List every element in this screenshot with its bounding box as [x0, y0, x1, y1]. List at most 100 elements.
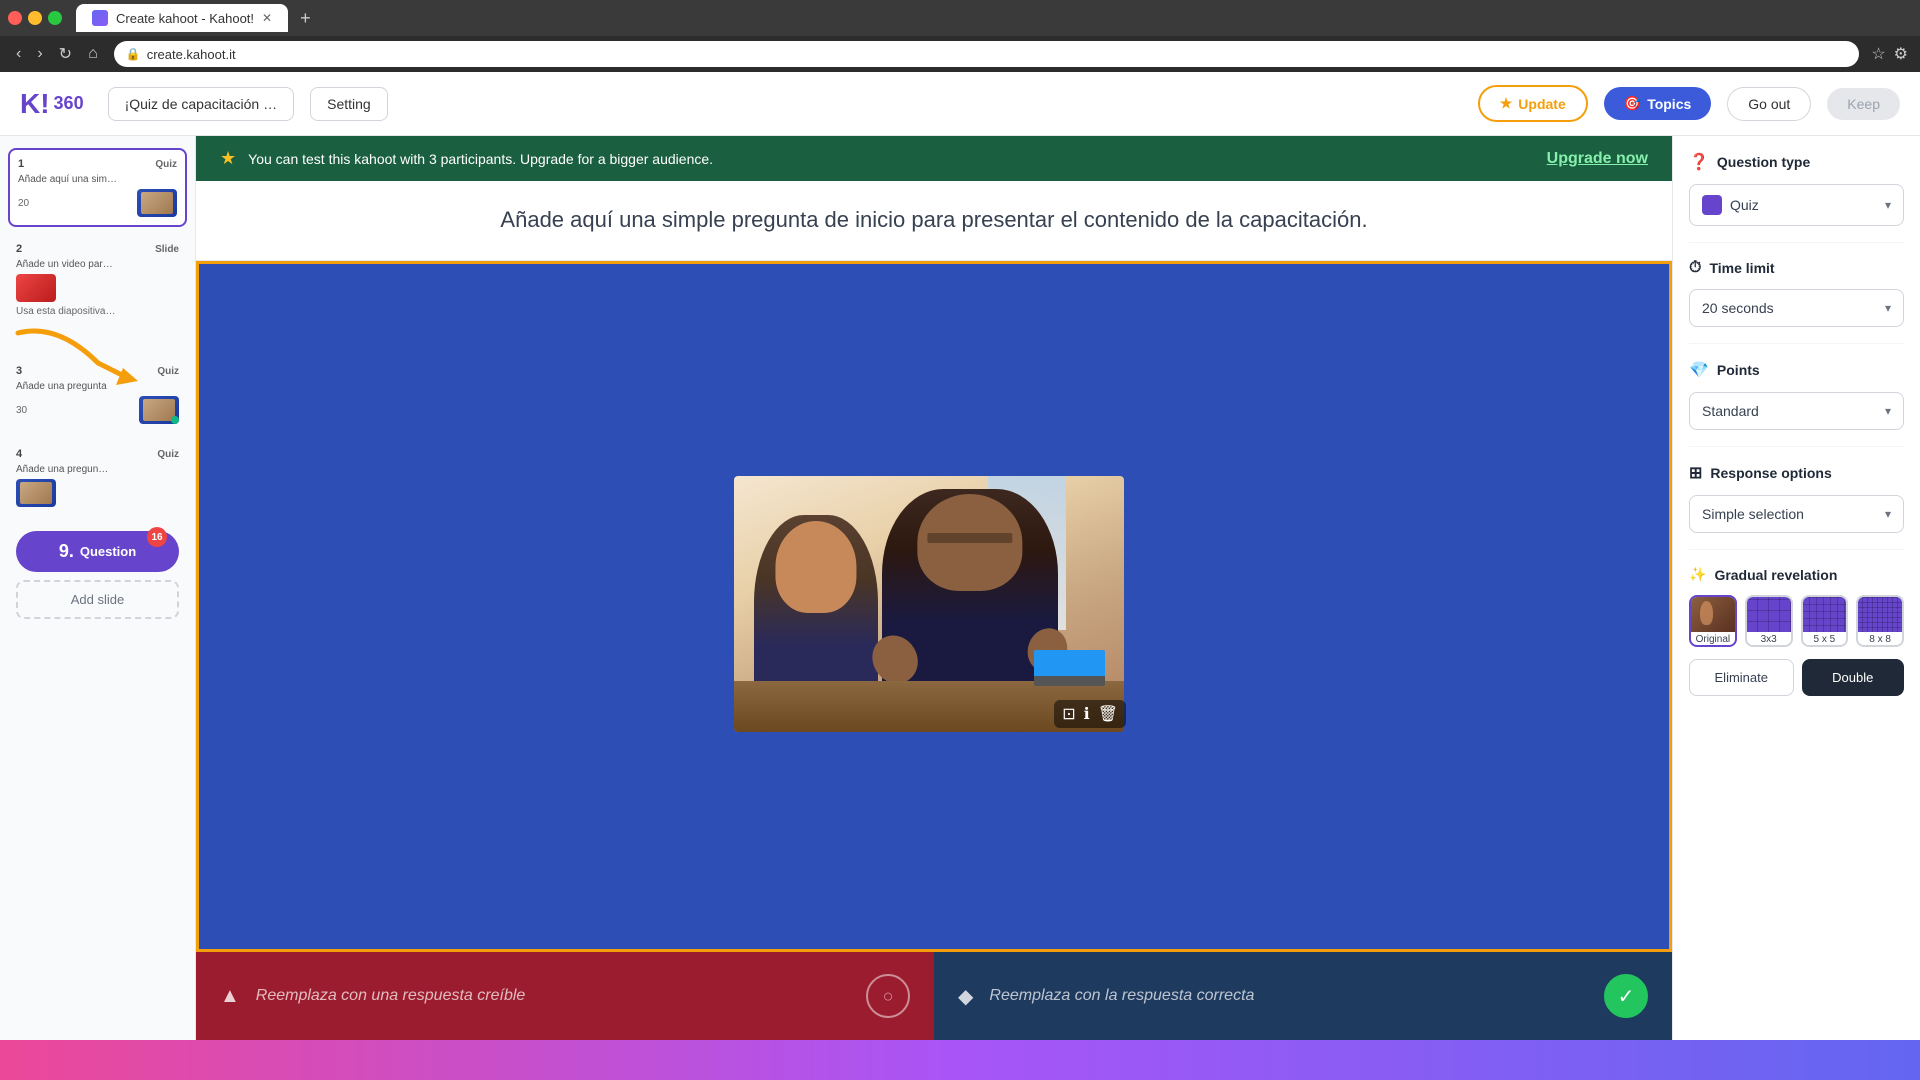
question-type-section: ❓ Question type	[1689, 152, 1904, 172]
thumb-meeting-4	[16, 479, 56, 507]
eliminate-button[interactable]: Eliminate	[1689, 659, 1794, 696]
update-button[interactable]: ★ Update	[1478, 85, 1588, 122]
time-limit-dropdown[interactable]: 20 seconds ▾	[1689, 289, 1904, 327]
home-button[interactable]: ⌂	[84, 44, 102, 64]
gradual-5x5[interactable]: 5 x 5	[1801, 595, 1849, 647]
close-window-button[interactable]	[8, 11, 22, 25]
slide-thumb-1	[137, 189, 177, 217]
banner-star-icon: ★	[220, 148, 236, 169]
slide-type-1: Quiz	[155, 159, 177, 170]
question-text: Añade aquí una simple pregunta de inicio…	[244, 205, 1624, 236]
new-tab-button[interactable]: +	[292, 8, 319, 29]
delete-image-button[interactable]: 🗑	[1098, 704, 1118, 724]
add-slide-button[interactable]: Add slide	[16, 580, 179, 619]
slide-number-2: 2	[16, 243, 22, 255]
gradual-8x8-label: 8 x 8	[1869, 632, 1891, 645]
logo: K! 360	[20, 88, 84, 120]
divider-3	[1689, 446, 1904, 447]
arrow-annotation	[0, 313, 158, 393]
setting-button[interactable]: Setting	[310, 87, 388, 121]
points-dropdown[interactable]: Standard ▾	[1689, 392, 1904, 430]
slide-type-3: Quiz	[157, 366, 179, 377]
logo-360: 360	[54, 93, 84, 114]
keep-button[interactable]: Keep	[1827, 88, 1900, 120]
double-button[interactable]: Double	[1802, 659, 1905, 696]
top-nav: K! 360 ¡Quiz de capacitación … Setting ★…	[0, 72, 1920, 136]
wrong-answer-button[interactable]: ○	[866, 974, 910, 1018]
info-button[interactable]: ℹ	[1084, 704, 1090, 724]
circle-icon: ○	[883, 986, 894, 1007]
slide-number-row-2: 2 Slide	[16, 243, 179, 255]
topics-icon: 🎯	[1624, 95, 1641, 112]
glasses	[928, 533, 1012, 543]
center-panel: ★ You can test this kahoot with 3 partic…	[196, 136, 1672, 1040]
sparkle-icon: ✨	[1689, 566, 1706, 583]
settings-button[interactable]: ⚙	[1894, 44, 1908, 64]
add-question-button[interactable]: 9. Question 16	[16, 531, 179, 572]
answer-box-wrong: ▲ Reemplaza con una respuesta creíble ○	[196, 952, 934, 1040]
window-controls	[8, 11, 62, 25]
crop-button[interactable]: ⊡	[1062, 704, 1075, 724]
image-overlay-controls: ⊡ ℹ 🗑	[1054, 700, 1126, 728]
topics-button[interactable]: 🎯 Topics	[1604, 87, 1712, 120]
thumb-inner-1	[141, 192, 173, 214]
question-type-icon: ❓	[1689, 152, 1709, 172]
laptop	[1034, 650, 1104, 686]
slide-item-1[interactable]: 1 Quiz Añade aquí una sim… 20	[8, 148, 187, 227]
question-text-area[interactable]: Añade aquí una simple pregunta de inicio…	[196, 181, 1672, 261]
gradual-5x5-label: 5 x 5	[1814, 632, 1836, 645]
gradual-3x3-label: 3x3	[1761, 632, 1777, 645]
points-section: 💎 Points	[1689, 360, 1904, 380]
go-out-button[interactable]: Go out	[1727, 87, 1811, 121]
active-tab[interactable]: Create kahoot - Kahoot! ✕	[76, 4, 288, 32]
correct-answer-button[interactable]: ✓	[1604, 974, 1648, 1018]
image-container: ⊡ ℹ 🗑	[734, 476, 1134, 736]
slide-item-4[interactable]: 4 Quiz Añade una pregun…	[8, 440, 187, 515]
quiz-icon	[1702, 195, 1722, 215]
sidebar: 1 Quiz Añade aquí una sim… 20 2	[0, 136, 196, 1040]
head-left	[775, 521, 856, 612]
quiz-title-button[interactable]: ¡Quiz de capacitación …	[108, 87, 295, 121]
answer-box-correct: ◆ Reemplaza con la respuesta correcta ✓	[934, 952, 1672, 1040]
upgrade-now-link[interactable]: Upgrade now	[1547, 150, 1648, 168]
response-options-value: Simple selection	[1702, 506, 1804, 522]
question-type-dropdown[interactable]: Quiz ▾	[1689, 184, 1904, 226]
gradual-8x8[interactable]: 8 x 8	[1856, 595, 1904, 647]
minimize-window-button[interactable]	[28, 11, 42, 25]
gradual-3x3[interactable]: 3x3	[1745, 595, 1793, 647]
add-slide-area: 9. Question 16 Add slide	[8, 523, 187, 627]
back-button[interactable]: ‹	[12, 44, 25, 64]
slide-meta-2	[16, 274, 179, 302]
refresh-button[interactable]: ↻	[55, 44, 76, 64]
url-bar[interactable]: 🔒 create.kahoot.it	[114, 41, 1860, 67]
slide-meta-1: 20	[18, 189, 177, 217]
bookmark-button[interactable]: ☆	[1871, 44, 1885, 64]
clock-icon: ⏱	[1689, 259, 1701, 277]
time-limit-value: 20 seconds	[1702, 300, 1774, 316]
gradual-options: Original 3x3 5 x 5 8 x 8	[1689, 595, 1904, 647]
meeting-image	[734, 476, 1124, 732]
slide-type-4: Quiz	[157, 449, 179, 460]
nine-icon: 9.	[59, 541, 74, 562]
response-options-dropdown[interactable]: Simple selection ▾	[1689, 495, 1904, 533]
banner-text: You can test this kahoot with 3 particip…	[248, 151, 1535, 167]
gradual-original[interactable]: Original	[1689, 595, 1737, 647]
slide-time-3: 30	[16, 405, 27, 416]
star-icon: ★	[1500, 95, 1513, 112]
forward-button[interactable]: ›	[33, 44, 46, 64]
thumb-video-2	[16, 274, 56, 302]
image-area: ⊡ ℹ 🗑 ›	[196, 261, 1672, 952]
maximize-window-button[interactable]	[48, 11, 62, 25]
tab-close-icon[interactable]: ✕	[262, 11, 272, 25]
answer-text-wrong: Reemplaza con una respuesta creíble	[256, 987, 526, 1005]
slide-number-1: 1	[18, 158, 24, 170]
nav-buttons: ‹ › ↻ ⌂	[12, 44, 102, 64]
thumb-inner-4	[20, 482, 52, 504]
slide-item-2[interactable]: 2 Slide Añade un video par… Usa esta dia…	[8, 235, 187, 325]
slide-time-1: 20	[18, 198, 29, 209]
action-buttons: Eliminate Double	[1689, 659, 1904, 696]
gradual-5x5-preview	[1803, 597, 1847, 632]
side-handle[interactable]: ›	[1669, 582, 1672, 630]
orig-person	[1700, 601, 1713, 626]
chevron-down-icon-points: ▾	[1885, 404, 1891, 418]
